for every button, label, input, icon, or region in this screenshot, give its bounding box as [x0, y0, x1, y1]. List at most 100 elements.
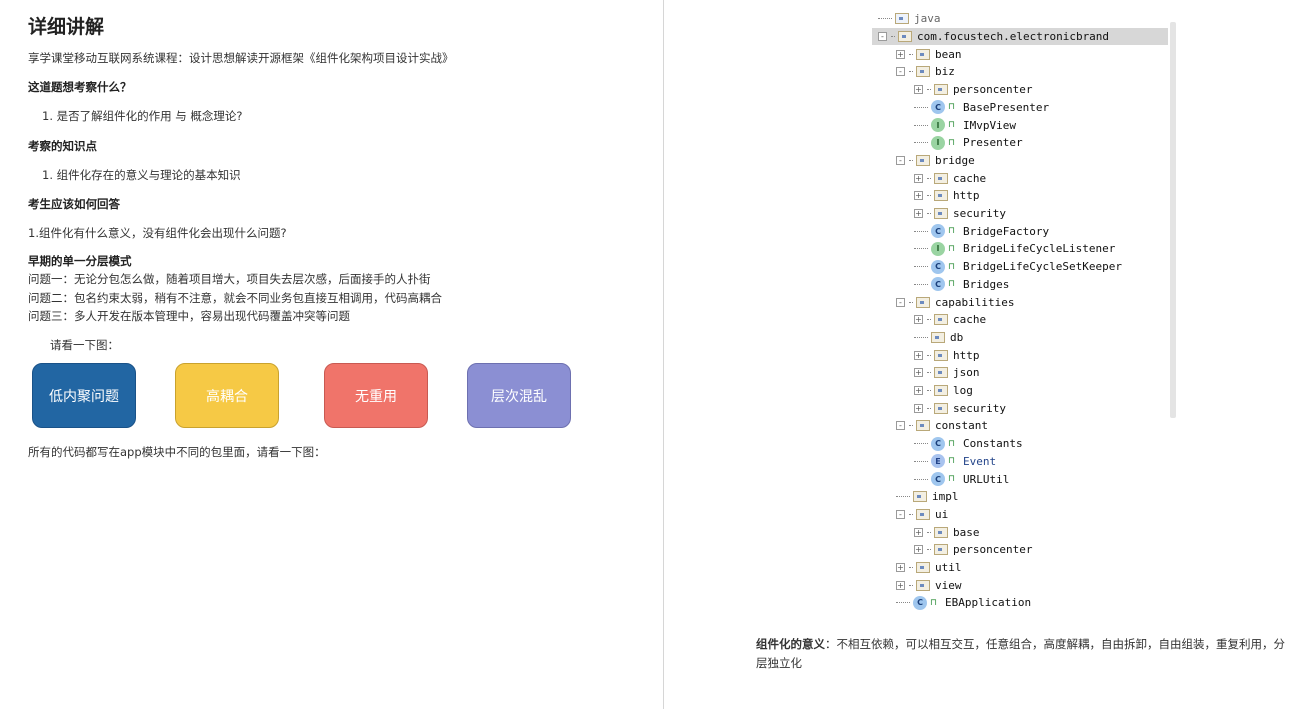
- collapse-icon[interactable]: -: [896, 421, 905, 431]
- tree-item-security[interactable]: + security: [914, 400, 1006, 417]
- public-lock-icon: ⊓: [948, 120, 956, 130]
- interface-icon: I: [931, 241, 945, 256]
- box-no-reuse: 无重用: [324, 363, 428, 428]
- tree-item-label: Event: [963, 454, 997, 468]
- tree-item-label: EBApplication: [945, 596, 1032, 610]
- public-lock-icon: ⊓: [948, 243, 956, 254]
- tree-item-biz[interactable]: - biz: [896, 63, 955, 80]
- package-icon: [934, 84, 948, 96]
- tree-item-label: Bridges: [963, 277, 1010, 291]
- tree-item-label: view: [935, 578, 962, 592]
- tree-item-view[interactable]: + view: [896, 577, 962, 594]
- tree-item-db[interactable]: db: [914, 329, 963, 346]
- public-lock-icon: ⊓: [930, 597, 938, 608]
- see-figure-text: 请看一下图：: [50, 338, 119, 352]
- expand-icon[interactable]: +: [914, 368, 923, 378]
- tree-item-http[interactable]: + http: [914, 187, 980, 204]
- tree-item-label: impl: [932, 490, 959, 504]
- tree-item-bridgefactory[interactable]: C ⊓ BridgeFactory: [914, 223, 1049, 240]
- tree-item-event[interactable]: E ⊓ Event: [914, 453, 996, 470]
- public-lock-icon: ⊓: [948, 261, 956, 272]
- interface-icon: I: [931, 118, 945, 132]
- tree-item-basepresenter[interactable]: C ⊓ BasePresenter: [914, 99, 1049, 116]
- class-icon: C: [913, 595, 927, 610]
- package-icon: [916, 508, 930, 520]
- package-icon: [934, 172, 948, 184]
- package-icon: [934, 314, 948, 326]
- tree-item-base[interactable]: + base: [914, 524, 980, 541]
- package-icon: [934, 526, 948, 538]
- tree-item-constants[interactable]: C ⊓ Constants: [914, 435, 1023, 452]
- tree-item-imvpview[interactable]: I ⊓ IMvpView: [914, 117, 1016, 134]
- tree-item-cache[interactable]: + cache: [914, 170, 986, 187]
- package-icon: [913, 491, 927, 503]
- package-icon: [916, 48, 930, 60]
- tree-item-bridge[interactable]: - bridge: [896, 152, 975, 169]
- expand-icon[interactable]: +: [914, 403, 923, 413]
- expand-icon[interactable]: +: [914, 350, 923, 360]
- tree-item-util[interactable]: + util: [896, 559, 962, 576]
- expand-icon[interactable]: +: [914, 315, 923, 325]
- expand-icon[interactable]: +: [914, 527, 923, 537]
- public-lock-icon: ⊓: [948, 456, 956, 467]
- problem-two: 问题二：包名约束太弱，稍有不注意，就会不同业务包直接互相调用，代码高耦合: [28, 291, 442, 305]
- purpose-item: 1. 是否了解组件化的作用 与 概念理论?: [42, 109, 243, 123]
- tree-item-log[interactable]: + log: [914, 382, 973, 399]
- tree-item-com-focustech-electronicbrand[interactable]: - com.focustech.electronicbrand: [878, 28, 1109, 45]
- class-icon: C: [931, 436, 945, 451]
- package-icon: [916, 154, 930, 166]
- tree-item-label: URLUtil: [963, 472, 1010, 486]
- package-icon: [934, 349, 948, 361]
- collapse-icon[interactable]: -: [896, 509, 905, 519]
- collapse-icon[interactable]: -: [896, 67, 905, 77]
- tree-item-json[interactable]: + json: [914, 364, 980, 381]
- tree-item-ebapplication[interactable]: C ⊓ EBApplication: [896, 594, 1031, 611]
- tree-item-bridgelifecyclesetkeeper[interactable]: C ⊓ BridgeLifeCycleSetKeeper: [914, 258, 1122, 275]
- tree-item-constant[interactable]: - constant: [896, 417, 988, 434]
- expand-icon[interactable]: +: [914, 191, 923, 201]
- interface-icon: I: [931, 135, 945, 150]
- collapse-icon[interactable]: -: [896, 297, 905, 307]
- tree-item-bean[interactable]: + bean: [896, 46, 962, 63]
- tree-item-cache[interactable]: + cache: [914, 311, 986, 328]
- after-boxes-text: 所有的代码都写在app模块中不同的包里面，请看一下图：: [28, 445, 326, 459]
- expand-icon[interactable]: +: [914, 173, 923, 183]
- expand-icon[interactable]: +: [914, 85, 923, 95]
- tree-item-presenter[interactable]: I ⊓ Presenter: [914, 134, 1023, 151]
- tree-item-capabilities[interactable]: - capabilities: [896, 294, 1014, 311]
- tree-item-security[interactable]: + security: [914, 205, 1006, 222]
- public-lock-icon: ⊓: [948, 226, 956, 237]
- answer-item: 1.组件化有什么意义，没有组件化会出现什么问题?: [28, 226, 287, 240]
- tree-item-http[interactable]: + http: [914, 347, 980, 364]
- tree-item-label: IMvpView: [963, 118, 1016, 132]
- tree-item-personcenter[interactable]: + personcenter: [914, 541, 1032, 558]
- tree-item-label: personcenter: [953, 83, 1033, 97]
- expand-icon[interactable]: +: [896, 49, 905, 59]
- tree-item-impl[interactable]: impl: [896, 488, 959, 505]
- package-icon: [934, 402, 948, 414]
- package-icon: [934, 190, 948, 202]
- tree-item-personcenter[interactable]: + personcenter: [914, 81, 1032, 98]
- tree-item-label: security: [953, 207, 1006, 220]
- public-lock-icon: ⊓: [948, 102, 956, 113]
- package-icon: [916, 296, 930, 308]
- expand-icon[interactable]: +: [914, 545, 923, 555]
- collapse-icon[interactable]: -: [878, 32, 887, 41]
- expand-icon[interactable]: +: [914, 209, 923, 218]
- collapse-icon[interactable]: -: [896, 155, 905, 165]
- tree-item-label: capabilities: [935, 295, 1015, 309]
- tree-item-label: cache: [953, 313, 987, 327]
- tree-item-ui[interactable]: - ui: [896, 506, 948, 523]
- class-icon: C: [931, 259, 945, 274]
- expand-icon[interactable]: +: [896, 580, 905, 590]
- expand-icon[interactable]: +: [896, 563, 905, 572]
- tree-item-urlutil[interactable]: C ⊓ URLUtil: [914, 471, 1009, 488]
- expand-icon[interactable]: +: [914, 386, 923, 395]
- class-icon: C: [931, 277, 945, 292]
- tree-item-label: http: [953, 189, 980, 203]
- section-heading-early-mode: 早期的单一分层模式: [28, 254, 132, 268]
- package-icon: [916, 562, 930, 573]
- tree-item-bridges[interactable]: C ⊓ Bridges: [914, 276, 1009, 293]
- public-lock-icon: ⊓: [948, 438, 956, 449]
- tree-item-bridgelifecyclelistener[interactable]: I ⊓ BridgeLifeCycleListener: [914, 240, 1115, 257]
